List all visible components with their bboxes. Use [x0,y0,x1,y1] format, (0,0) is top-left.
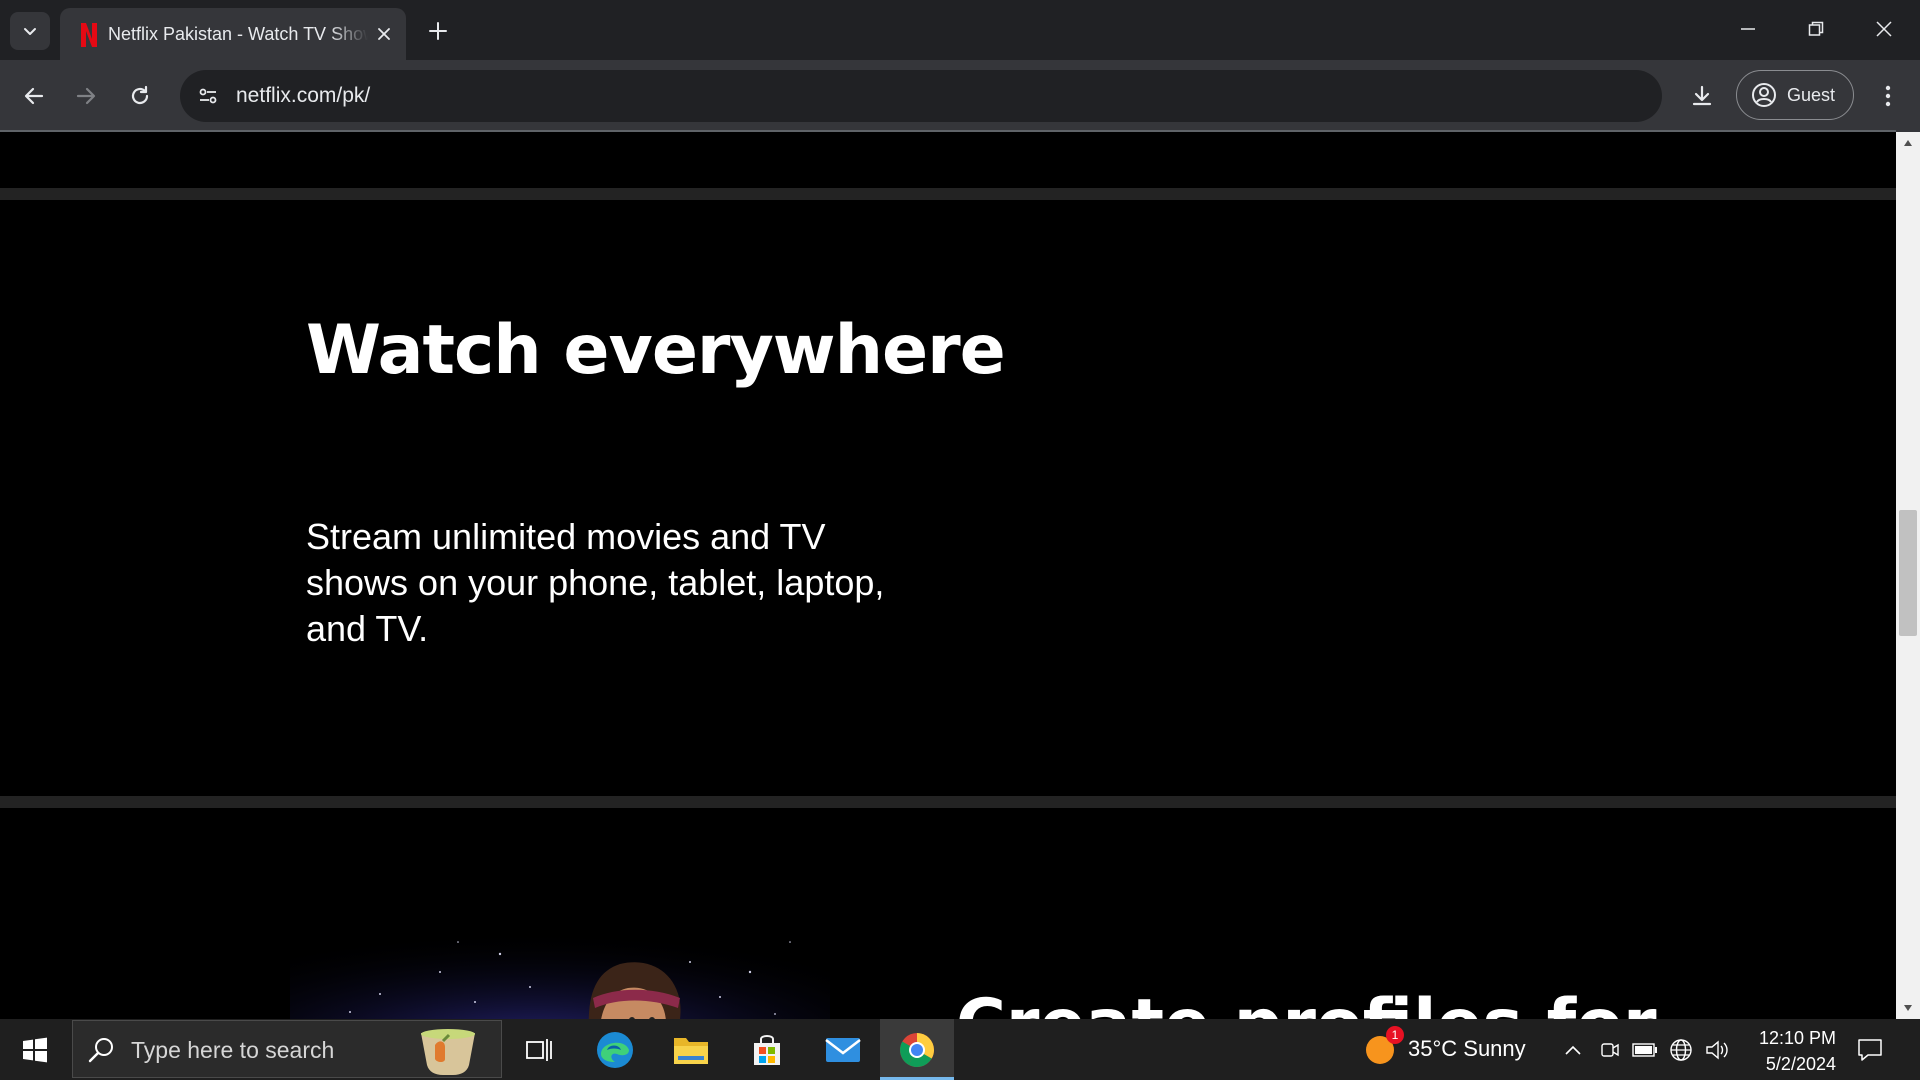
forward-button[interactable] [64,74,108,118]
start-button[interactable] [0,1019,70,1080]
notifications-button[interactable] [1852,1033,1888,1067]
reload-icon [131,85,149,105]
page-scrollbar[interactable] [1896,132,1920,1019]
meet-now-button[interactable] [1596,1037,1622,1063]
account-circle-icon [1752,83,1776,107]
search-highlight-tea-cup-icon [421,1029,475,1075]
netflix-n-icon [81,23,97,47]
windows-taskbar: Type here to search 1 35°C Sunny 12:10 P… [0,1019,1920,1080]
search-placeholder: Type here to search [131,1037,335,1063]
close-window-button[interactable] [1856,6,1912,52]
address-bar[interactable]: netflix.com/pk/ [180,70,1662,122]
taskbar-clock[interactable]: 12:10 PM 5/2/2024 [1740,1025,1836,1077]
weather-text: 35°C Sunny [1408,1036,1526,1061]
section-body: Stream unlimited movies and TV shows on … [306,516,885,649]
sun-icon: 1 [1364,1026,1404,1066]
edge-icon [597,1031,633,1068]
profile-label: Guest [1787,84,1836,105]
clock-date: 5/2/2024 [1765,1054,1836,1074]
notification-icon [1858,1039,1882,1061]
browser-menu-button[interactable] [1866,74,1910,118]
triangle-down-icon [1904,1005,1912,1011]
microsoft-store-taskbar-button[interactable] [730,1019,804,1080]
taskbar-search-box[interactable]: Type here to search [72,1020,502,1078]
clock-time: 12:10 PM [1758,1028,1836,1048]
scroll-up-button[interactable] [1896,132,1920,154]
volume-button[interactable] [1704,1037,1730,1063]
minimize-icon [1741,28,1755,30]
speaker-icon [1706,1040,1728,1060]
profiles-illustration [290,902,830,1019]
battery-icon [1632,1043,1657,1057]
tab-title: Netflix Pakistan - Watch TV Shows Online… [108,24,368,44]
tune-icon [199,88,217,104]
chrome-taskbar-button[interactable] [880,1019,954,1080]
task-view-icon [526,1038,552,1061]
chevron-up-icon [1565,1045,1581,1055]
reload-button[interactable] [118,74,162,118]
show-hidden-icons-button[interactable] [1560,1037,1586,1063]
downloads-button[interactable] [1680,74,1724,118]
back-button[interactable] [12,74,56,118]
network-button[interactable] [1668,1037,1694,1063]
battery-button[interactable] [1632,1037,1658,1063]
weather-badge: 1 [1386,1026,1404,1044]
site-info-button[interactable] [190,78,226,114]
section-divider [0,796,1896,808]
next-section-heading: Create profiles for [956,980,1657,1019]
section-divider [0,188,1896,200]
triangle-up-icon [1904,140,1912,146]
tab-close-button[interactable] [372,22,396,46]
page-viewport: Watch everywhere Stream unlimited movies… [0,132,1896,1019]
scroll-down-button[interactable] [1896,997,1920,1019]
windows-logo-icon [23,1037,47,1062]
restore-button[interactable] [1788,6,1844,52]
globe-icon [1670,1039,1692,1061]
section-heading: Watch everywhere [306,311,1006,390]
tab-search-dropdown-button[interactable] [10,12,50,50]
url-text[interactable]: netflix.com/pk/ [236,83,370,109]
restore-icon [1808,21,1824,36]
chevron-down-icon [24,28,36,35]
browser-tab-bar: Netflix Pakistan - Watch TV Shows Online… [0,0,1920,60]
scrollbar-thumb[interactable] [1899,510,1917,636]
browser-toolbar: netflix.com/pk/ Guest [0,60,1920,132]
plus-icon [429,22,447,40]
browser-tab-active[interactable]: Netflix Pakistan - Watch TV Shows Online… [60,8,406,60]
file-explorer-icon [674,1037,708,1064]
arrow-right-icon [76,87,96,105]
mail-icon [825,1037,861,1062]
mail-taskbar-button[interactable] [806,1019,880,1080]
arrow-left-icon [24,87,44,105]
meet-now-icon [1601,1043,1619,1057]
weather-widget[interactable]: 1 35°C Sunny [1364,1026,1526,1069]
minimize-button[interactable] [1720,6,1776,52]
search-icon [88,1038,113,1063]
more-vertical-icon [1885,85,1891,107]
download-icon [1692,85,1712,106]
profile-button[interactable]: Guest [1736,70,1854,120]
close-icon [378,28,390,40]
task-view-button[interactable] [502,1019,576,1080]
chrome-icon [900,1032,934,1067]
close-icon [1876,21,1892,37]
new-tab-button[interactable] [420,16,456,46]
microsoft-store-icon [754,1034,780,1065]
file-explorer-taskbar-button[interactable] [654,1019,728,1080]
edge-taskbar-button[interactable] [578,1019,652,1080]
